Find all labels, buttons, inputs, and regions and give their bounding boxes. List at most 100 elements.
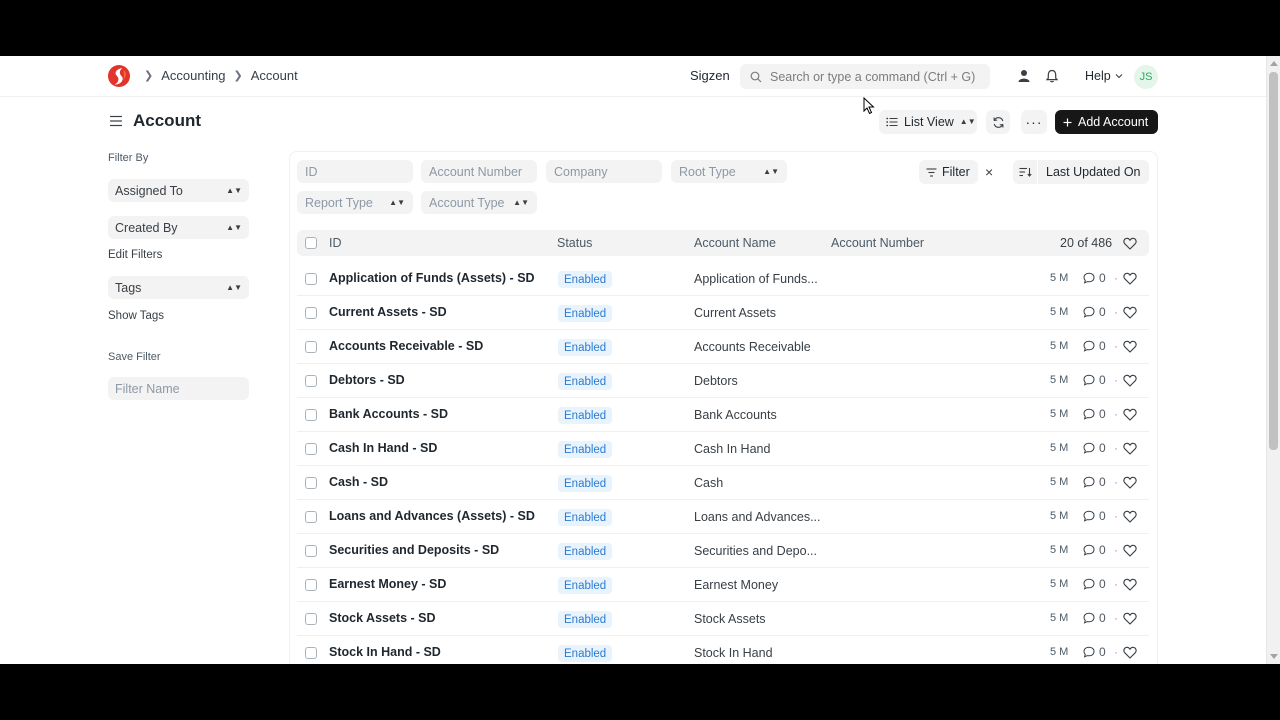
- row-checkbox[interactable]: [305, 307, 317, 319]
- breadcrumb-account[interactable]: Account: [251, 68, 298, 83]
- row-comments[interactable]: 0: [1083, 611, 1106, 625]
- clear-filter-icon[interactable]: ×: [985, 164, 993, 180]
- row-id-link[interactable]: Cash - SD: [329, 475, 388, 489]
- table-row[interactable]: Stock In Hand - SD Enabled Stock In Hand 5 …: [297, 636, 1149, 664]
- row-checkbox[interactable]: [305, 409, 317, 421]
- table-row[interactable]: Securities and Deposits - SD Enabled Secur…: [297, 534, 1149, 568]
- row-comments[interactable]: 0: [1083, 645, 1106, 659]
- show-tags-link[interactable]: Show Tags: [108, 310, 164, 322]
- row-id-link[interactable]: Stock In Hand - SD: [329, 645, 441, 659]
- add-account-button[interactable]: Add Account: [1055, 110, 1158, 134]
- row-id-link[interactable]: Stock Assets - SD: [329, 611, 436, 625]
- row-id-link[interactable]: Securities and Deposits - SD: [329, 543, 499, 557]
- row-comments[interactable]: 0: [1083, 475, 1106, 489]
- account-type-filter-select[interactable]: Account Type ▲▼: [421, 191, 537, 214]
- more-actions-button[interactable]: ···: [1021, 110, 1047, 134]
- heart-icon[interactable]: [1123, 476, 1137, 489]
- column-header-status[interactable]: Status: [557, 236, 592, 250]
- row-id-link[interactable]: Current Assets - SD: [329, 305, 447, 319]
- row-comments[interactable]: 0: [1083, 407, 1106, 421]
- row-checkbox[interactable]: [305, 545, 317, 557]
- list-view-switcher[interactable]: List View ▲▼: [879, 110, 977, 134]
- heart-icon[interactable]: [1123, 510, 1137, 523]
- row-checkbox[interactable]: [305, 613, 317, 625]
- sort-order-button[interactable]: [1013, 160, 1037, 184]
- edit-filters-link[interactable]: Edit Filters: [108, 249, 162, 261]
- help-menu[interactable]: Help: [1085, 69, 1123, 83]
- row-comments[interactable]: 0: [1083, 509, 1106, 523]
- heart-icon[interactable]: [1123, 612, 1137, 625]
- sidebar-toggle-icon[interactable]: [109, 115, 123, 127]
- table-row[interactable]: Earnest Money - SD Enabled Earnest Money 5 …: [297, 568, 1149, 602]
- created-by-select[interactable]: Created By ▲▼: [108, 216, 249, 239]
- scroll-down-arrow-icon[interactable]: [1270, 654, 1278, 659]
- row-checkbox[interactable]: [305, 273, 317, 285]
- row-comments[interactable]: 0: [1083, 543, 1106, 557]
- select-all-checkbox[interactable]: [305, 237, 317, 249]
- refresh-button[interactable]: [986, 110, 1010, 134]
- row-checkbox[interactable]: [305, 511, 317, 523]
- row-comments[interactable]: 0: [1083, 339, 1106, 353]
- report-type-filter-select[interactable]: Report Type ▲▼: [297, 191, 413, 214]
- heart-icon[interactable]: [1123, 442, 1137, 455]
- table-row[interactable]: Current Assets - SD Enabled Current Assets…: [297, 296, 1149, 330]
- row-id-link[interactable]: Application of Funds (Assets) - SD: [329, 271, 535, 285]
- table-row[interactable]: Bank Accounts - SD Enabled Bank Accounts 5 …: [297, 398, 1149, 432]
- filter-name-input[interactable]: [108, 377, 249, 400]
- id-filter-input[interactable]: ID: [297, 160, 413, 183]
- row-id-link[interactable]: Loans and Advances (Assets) - SD: [329, 509, 535, 523]
- row-comments[interactable]: 0: [1083, 305, 1106, 319]
- row-checkbox[interactable]: [305, 647, 317, 659]
- row-comments[interactable]: 0: [1083, 577, 1106, 591]
- scroll-up-arrow-icon[interactable]: [1270, 61, 1278, 66]
- heart-icon[interactable]: [1123, 237, 1137, 250]
- row-checkbox[interactable]: [305, 579, 317, 591]
- heart-icon[interactable]: [1123, 340, 1137, 353]
- tags-select[interactable]: Tags ▲▼: [108, 276, 249, 299]
- search-input[interactable]: [770, 69, 985, 84]
- app-logo-icon[interactable]: [108, 65, 130, 87]
- row-checkbox[interactable]: [305, 477, 317, 489]
- heart-icon[interactable]: [1123, 374, 1137, 387]
- row-comments[interactable]: 0: [1083, 441, 1106, 455]
- scrollbar-thumb[interactable]: [1269, 72, 1278, 450]
- table-row[interactable]: Accounts Receivable - SD Enabled Accounts …: [297, 330, 1149, 364]
- table-row[interactable]: Stock Assets - SD Enabled Stock Assets 5 M 0…: [297, 602, 1149, 636]
- row-checkbox[interactable]: [305, 443, 317, 455]
- row-id-link[interactable]: Earnest Money - SD: [329, 577, 446, 591]
- row-id-link[interactable]: Accounts Receivable - SD: [329, 339, 483, 353]
- row-checkbox[interactable]: [305, 375, 317, 387]
- row-comments[interactable]: 0: [1083, 373, 1106, 387]
- heart-icon[interactable]: [1123, 408, 1137, 421]
- column-header-account-name[interactable]: Account Name: [694, 236, 776, 250]
- assigned-to-select[interactable]: Assigned To ▲▼: [108, 179, 249, 202]
- column-header-account-number[interactable]: Account Number: [831, 236, 924, 250]
- row-id-link[interactable]: Debtors - SD: [329, 373, 405, 387]
- sort-field-label[interactable]: Last Updated On: [1038, 160, 1149, 184]
- filter-button[interactable]: Filter: [919, 160, 978, 184]
- table-row[interactable]: Loans and Advances (Assets) - SD Enabled L…: [297, 500, 1149, 534]
- heart-icon[interactable]: [1123, 544, 1137, 557]
- heart-icon[interactable]: [1123, 646, 1137, 659]
- table-row[interactable]: Application of Funds (Assets) - SD Enable…: [297, 262, 1149, 296]
- table-row[interactable]: Cash In Hand - SD Enabled Cash In Hand 5 M 0…: [297, 432, 1149, 466]
- company-name[interactable]: Sigzen: [690, 68, 730, 83]
- heart-icon[interactable]: [1123, 272, 1137, 285]
- sort-selector[interactable]: Last Updated On: [1013, 160, 1149, 184]
- row-comments[interactable]: 0: [1083, 271, 1106, 285]
- bell-icon[interactable]: [1045, 69, 1059, 83]
- row-checkbox[interactable]: [305, 341, 317, 353]
- search-bar[interactable]: [740, 64, 990, 89]
- root-type-filter-select[interactable]: Root Type ▲▼: [671, 160, 787, 183]
- row-id-link[interactable]: Cash In Hand - SD: [329, 441, 437, 455]
- row-id-link[interactable]: Bank Accounts - SD: [329, 407, 448, 421]
- page-scrollbar[interactable]: [1266, 56, 1280, 664]
- heart-icon[interactable]: [1123, 578, 1137, 591]
- heart-icon[interactable]: [1123, 306, 1137, 319]
- account-number-filter-input[interactable]: Account Number: [421, 160, 537, 183]
- company-filter-input[interactable]: Company: [546, 160, 662, 183]
- avatar[interactable]: JS: [1134, 65, 1158, 89]
- table-row[interactable]: Cash - SD Enabled Cash 5 M 0 ·: [297, 466, 1149, 500]
- breadcrumb-accounting[interactable]: Accounting: [161, 68, 225, 83]
- user-icon[interactable]: [1017, 69, 1031, 83]
